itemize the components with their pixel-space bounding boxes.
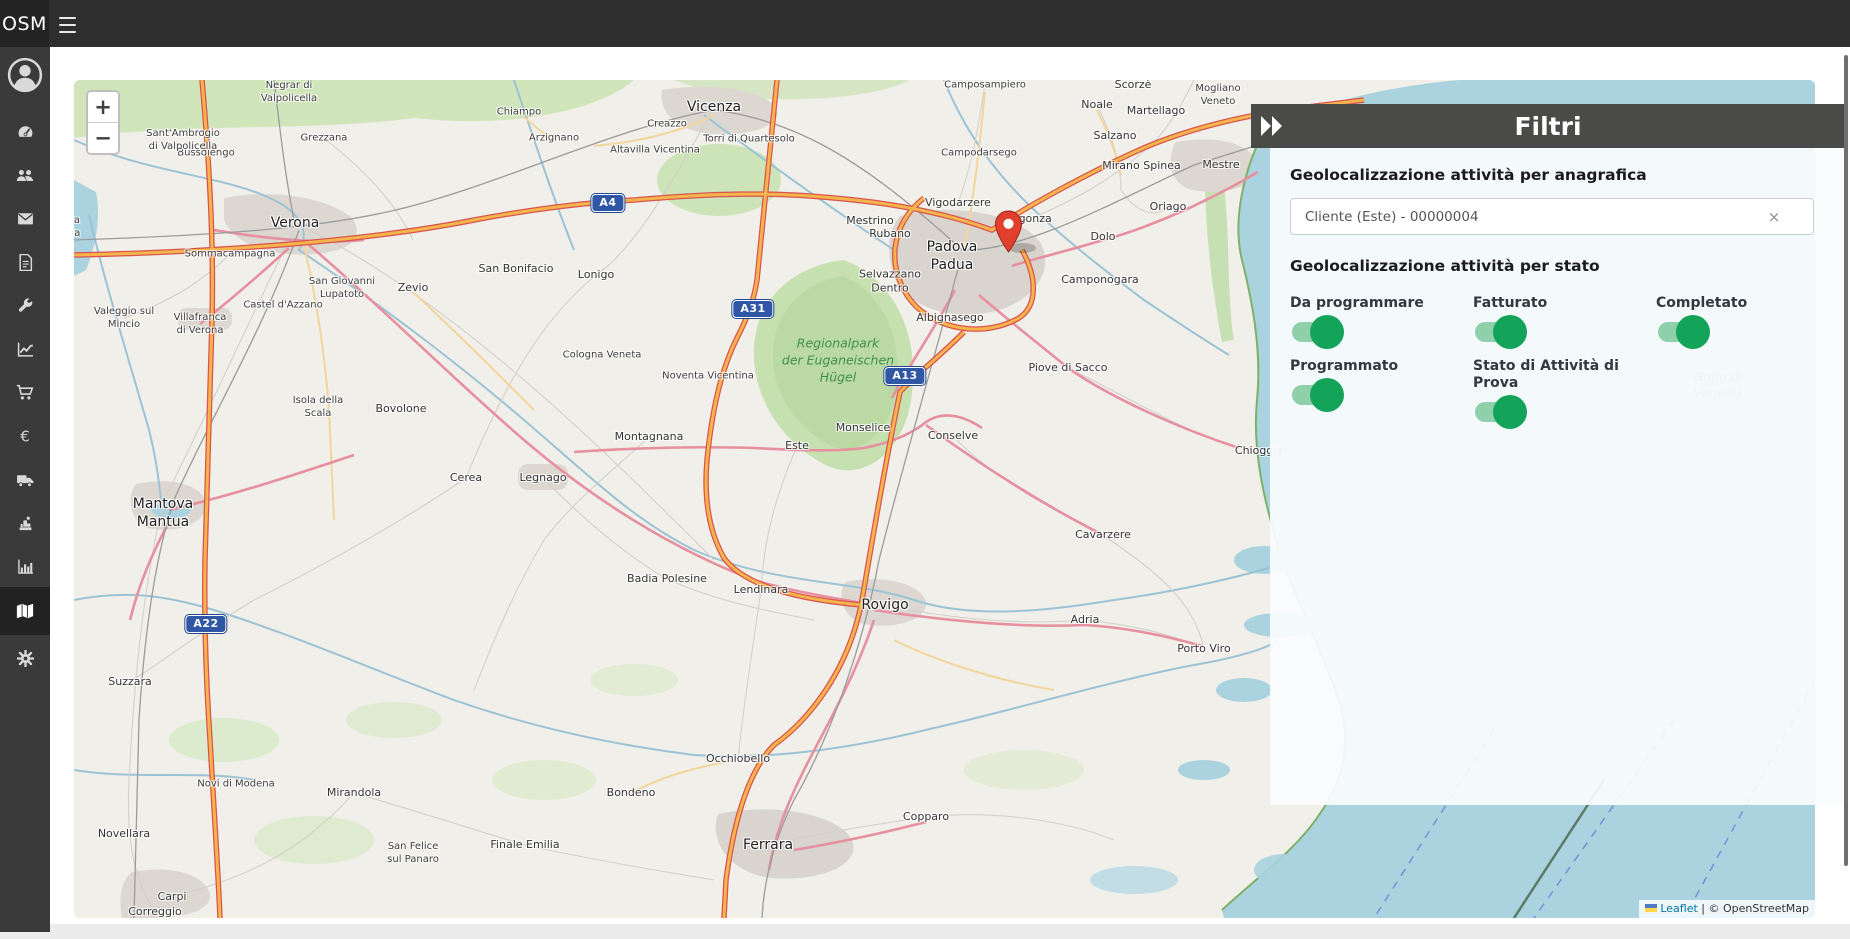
hamburger-menu-icon[interactable] — [59, 15, 76, 35]
gear-icon — [17, 650, 34, 667]
attribution-separator: | — [1698, 902, 1709, 915]
toggle-knob — [1493, 315, 1527, 349]
top-bar: OSM — [0, 0, 1850, 47]
map-zoom-control: + − — [86, 90, 120, 155]
zoom-out-button[interactable]: − — [88, 123, 118, 153]
toggle-completato[interactable] — [1658, 322, 1702, 342]
sidebar-item-documents[interactable] — [0, 241, 50, 283]
dashboard-icon — [17, 123, 34, 140]
toggle-knob — [1310, 378, 1344, 412]
sidebar-item-trends[interactable] — [0, 328, 50, 370]
collapse-panel-icon[interactable] — [1261, 116, 1289, 136]
ukraine-flag-icon — [1645, 904, 1657, 912]
euro-icon: € — [17, 428, 33, 445]
sidebar-footer — [0, 924, 50, 932]
cart-icon — [16, 384, 34, 401]
toggle-knob — [1310, 315, 1344, 349]
select-clear-icon[interactable]: × — [1759, 208, 1789, 226]
chart-bar-icon — [17, 558, 34, 575]
sidebar-item-contacts[interactable] — [0, 154, 50, 196]
sidebar: € — [0, 47, 50, 932]
sidebar-item-statistics[interactable] — [0, 545, 50, 587]
document-icon — [18, 254, 33, 271]
sidebar-item-billing[interactable]: € — [0, 415, 50, 457]
zoom-in-button[interactable]: + — [88, 92, 118, 123]
map-attribution: Leaflet | © OpenStreetMap — [1639, 900, 1815, 918]
wrench-icon — [17, 298, 34, 315]
toggle-cell: Da programmare — [1290, 295, 1473, 342]
sidebar-item-messages[interactable] — [0, 197, 50, 239]
osm-attribution[interactable]: © OpenStreetMap — [1708, 902, 1809, 915]
toggle-cell: Programmato — [1290, 358, 1473, 422]
mail-icon — [17, 211, 34, 226]
toggle-programmato[interactable] — [1292, 385, 1336, 405]
anagrafica-select[interactable]: Cliente (Este) - 00000004 × — [1290, 198, 1814, 235]
section-heading-anagrafica: Geolocalizzazione attività per anagrafic… — [1290, 166, 1825, 184]
toggle-label: Fatturato — [1473, 295, 1656, 312]
toggle-knob — [1676, 315, 1710, 349]
toggle-fatturato[interactable] — [1475, 322, 1519, 342]
toggle-da-programmare[interactable] — [1292, 322, 1336, 342]
sidebar-item-map[interactable] — [0, 587, 50, 635]
equipment-icon — [17, 515, 34, 532]
filter-panel-header: Filtri — [1251, 104, 1845, 148]
map-marker-pin[interactable] — [994, 210, 1023, 253]
toggle-cell: Fatturato — [1473, 295, 1656, 342]
svg-text:€: € — [20, 428, 29, 445]
filter-panel-title: Filtri — [1251, 112, 1845, 141]
section-heading-stato: Geolocalizzazione attività per stato — [1290, 257, 1825, 275]
sidebar-item-transport[interactable] — [0, 459, 50, 501]
sidebar-item-settings[interactable] — [0, 637, 50, 679]
toggle-label: Completato — [1656, 295, 1825, 312]
sidebar-item-orders[interactable] — [0, 371, 50, 413]
user-circle-icon — [7, 57, 43, 93]
page-scrollbar[interactable] — [1844, 55, 1848, 866]
sidebar-item-dashboard[interactable] — [0, 110, 50, 152]
app-logo-text: OSM — [2, 13, 47, 35]
sidebar-item-equipment[interactable] — [0, 502, 50, 544]
toggle-label: Stato di Attività di Prova — [1473, 358, 1656, 392]
app-logo[interactable]: OSM — [0, 0, 49, 47]
users-icon — [16, 167, 34, 184]
anagrafica-select-value: Cliente (Este) - 00000004 — [1291, 209, 1759, 225]
footer-strip — [0, 924, 1850, 939]
toggle-cell: Completato — [1656, 295, 1825, 342]
truck-icon — [16, 473, 35, 488]
leaflet-link[interactable]: Leaflet — [1660, 902, 1697, 915]
status-toggle-grid: Da programmareFatturatoCompletato Program… — [1290, 295, 1825, 422]
toggle-label: Da programmare — [1290, 295, 1473, 312]
map-icon — [16, 603, 34, 619]
toggle-stato-di-attivit-di-prova[interactable] — [1475, 402, 1519, 422]
chart-line-icon — [17, 341, 34, 358]
application-window: OSM € — [0, 0, 1850, 939]
toggle-cell: Stato di Attività di Prova — [1473, 358, 1656, 422]
filter-panel-body: Geolocalizzazione attività per anagrafic… — [1270, 148, 1845, 805]
sidebar-item-tools[interactable] — [0, 285, 50, 327]
toggle-knob — [1493, 395, 1527, 429]
sidebar-item-profile[interactable] — [0, 51, 50, 99]
toggle-label: Programmato — [1290, 358, 1473, 375]
